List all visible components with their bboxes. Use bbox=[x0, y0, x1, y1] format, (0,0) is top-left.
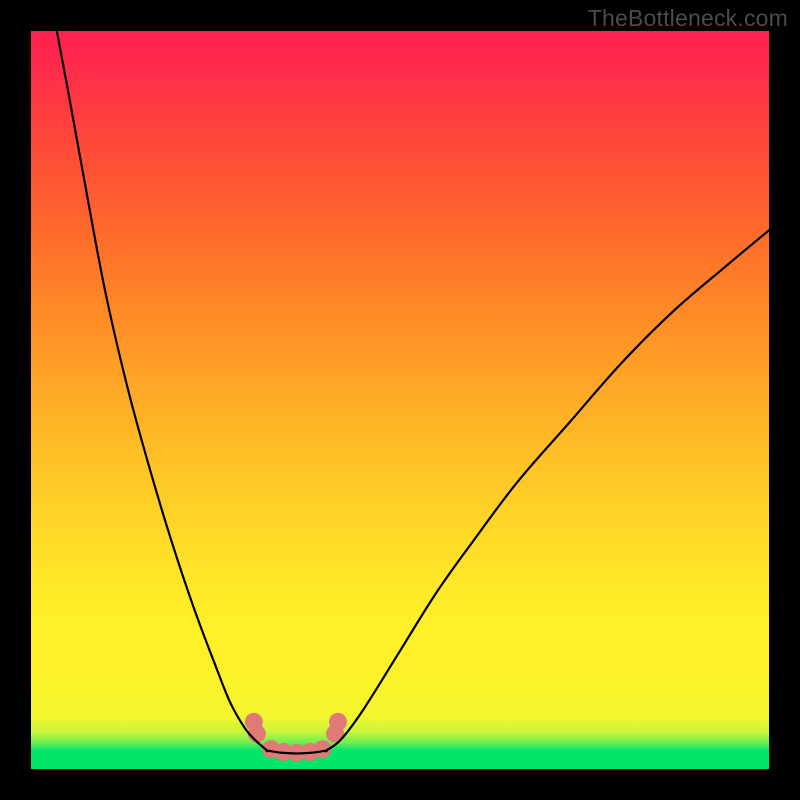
plot-area bbox=[31, 31, 769, 769]
marker-dot bbox=[248, 725, 266, 743]
bottleneck-curve bbox=[57, 31, 769, 754]
marker-dot bbox=[329, 713, 347, 731]
watermark-text: TheBottleneck.com bbox=[588, 5, 788, 32]
outer-frame: TheBottleneck.com bbox=[0, 0, 800, 800]
curve-layer bbox=[31, 31, 769, 769]
